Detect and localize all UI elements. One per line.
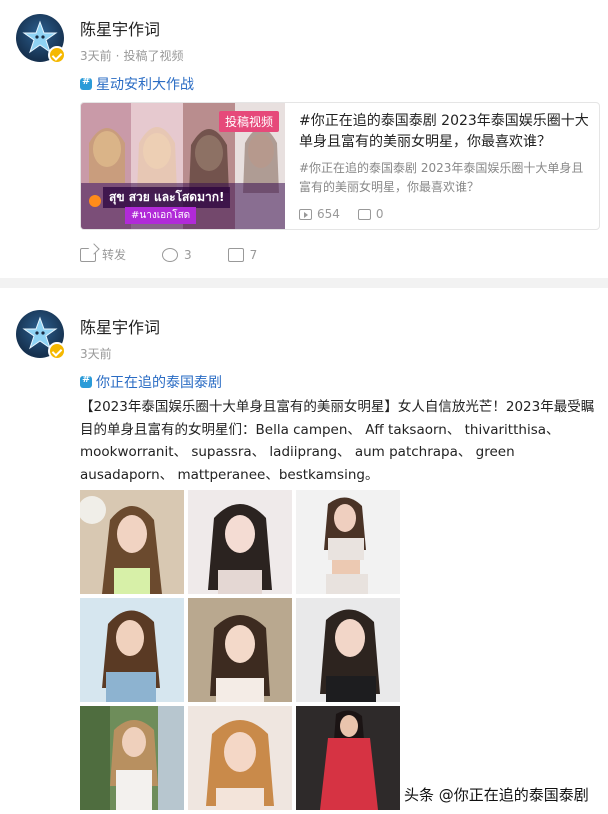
topic-icon xyxy=(80,76,92,90)
photo-7[interactable] xyxy=(80,706,184,810)
share-label: 转发 xyxy=(102,248,127,262)
topic-link[interactable]: 你正在追的泰国泰剧 xyxy=(80,372,222,392)
photo-9[interactable] xyxy=(296,706,400,810)
photo-2-image xyxy=(188,490,292,594)
play-count-value: 654 xyxy=(317,207,340,221)
thumbs-up-icon xyxy=(227,247,244,262)
comment-count-label: 3 xyxy=(184,247,192,262)
post-time: 3天前 xyxy=(80,347,112,361)
photo-3-image xyxy=(296,490,400,594)
like-count-label: 7 xyxy=(249,247,258,262)
watermark-text: 头条 @你正在追的泰国泰剧 xyxy=(404,786,589,804)
video-description: #你正在追的泰国泰剧 2023年泰国娱乐圈十大单身且富有的美丽女明星，你最喜欢谁… xyxy=(299,161,584,194)
video-title[interactable]: #你正在追的泰国泰剧 2023年泰国娱乐圈十大单身且富有的美丽女明星，你最喜欢谁… xyxy=(299,111,591,153)
author-name[interactable]: 陈星宇作词 xyxy=(80,16,160,40)
topic-link[interactable]: 星动安利大作战 xyxy=(80,74,194,94)
photo-8[interactable] xyxy=(188,706,292,810)
post-meta: 3天前 · 投稿了视频 xyxy=(80,47,183,64)
photo-4[interactable] xyxy=(80,598,184,702)
author-avatar[interactable] xyxy=(16,14,66,64)
author-avatar[interactable] xyxy=(16,310,66,360)
post-divider xyxy=(0,278,608,288)
topic-icon xyxy=(80,374,92,388)
photo-8-image xyxy=(188,706,292,810)
play-count: 654 xyxy=(299,207,340,221)
photo-2[interactable] xyxy=(188,490,292,594)
comment-count: 0 xyxy=(357,207,384,221)
comment-button[interactable]: 3 xyxy=(162,246,192,263)
video-thumbnail[interactable]: 投稿视频 สุข สวย และโสดมาก! #นางเอกโสด xyxy=(81,103,285,229)
share-button[interactable]: 转发 xyxy=(80,246,126,263)
video-badge: 投稿视频 xyxy=(219,111,280,132)
photo-4-image xyxy=(80,598,184,702)
photo-grid xyxy=(80,490,400,812)
verified-badge-icon xyxy=(48,46,66,64)
thumbnail-tag: #นางเอกโสด xyxy=(125,207,197,224)
topic-label: 星动安利大作战 xyxy=(96,77,194,93)
author-name[interactable]: 陈星宇作词 xyxy=(80,314,160,338)
post-actions: 转发 3 7 xyxy=(80,246,293,263)
photo-5[interactable] xyxy=(188,598,292,702)
post-time: 3天前 xyxy=(80,49,112,63)
verified-badge-icon xyxy=(48,342,66,360)
photo-6[interactable] xyxy=(296,598,400,702)
photo-1[interactable] xyxy=(80,490,184,594)
photo-3[interactable] xyxy=(296,490,400,594)
photo-1-image xyxy=(80,490,184,594)
photo-9-image xyxy=(296,706,400,810)
comment-box-icon xyxy=(357,208,371,220)
meta-dot: · xyxy=(115,49,120,63)
share-icon xyxy=(80,247,96,262)
photo-7-image xyxy=(80,706,184,810)
video-card[interactable]: 投稿视频 สุข สวย และโสดมาก! #นางเอกโสด #你正在追… xyxy=(80,102,600,230)
video-stats: 654 0 xyxy=(299,207,402,221)
photo-5-image xyxy=(188,598,292,702)
comment-count-value: 0 xyxy=(375,207,384,221)
like-button[interactable]: 7 xyxy=(227,246,258,263)
feed-post-1: 陈星宇作词 3天前·投稿了视频 星动安利大作战 xyxy=(0,0,608,278)
play-icon xyxy=(299,208,312,220)
topic-label: 你正在追的泰国泰剧 xyxy=(96,375,222,391)
thumbnail-caption: สุข สวย และโสดมาก! xyxy=(103,187,231,208)
post-text: 【2023年泰国娱乐圈十大单身且富有的美丽女明星】女人自信放光芒！2023年最受… xyxy=(80,399,595,483)
photo-6-image xyxy=(296,598,400,702)
comment-icon xyxy=(162,247,179,262)
post-action: 投稿了视频 xyxy=(123,49,184,63)
